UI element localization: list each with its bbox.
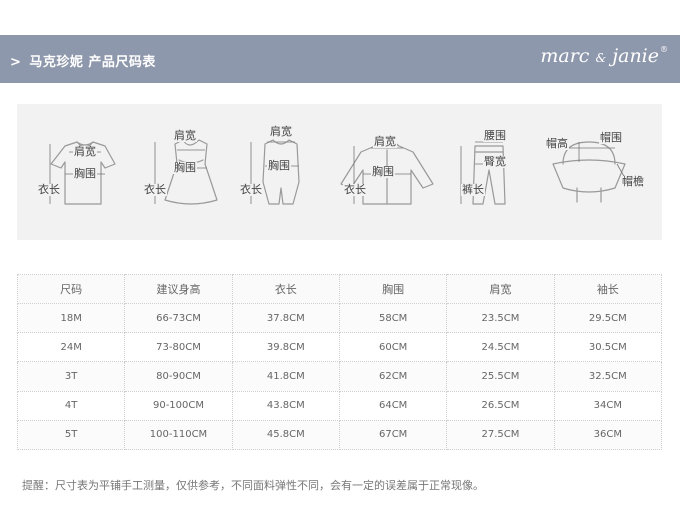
table-cell: 32.5CM	[553, 361, 663, 392]
romper-icon	[262, 139, 300, 205]
brand-registered-mark: ®	[660, 45, 668, 54]
brand-logo-tail: janie	[612, 45, 659, 67]
column-header: 袖长	[553, 273, 663, 305]
table-cell: 66-73CM	[124, 303, 233, 334]
table-cell: 24.5CM	[446, 332, 555, 363]
table-cell: 34CM	[553, 390, 663, 421]
table-cell: 23.5CM	[446, 303, 555, 334]
table-cell: 26.5CM	[446, 390, 555, 421]
label-shoulder-width: 肩宽	[173, 129, 197, 142]
measurement-guide: 肩宽 胸围 衣长 肩宽 胸围 衣长 肩宽 胸围 衣长 肩宽 胸围 衣长 腰围 臀…	[17, 104, 662, 240]
size-table: 尺码 建议身高 衣长 胸围 肩宽 袖长 18M 66-73CM 37.8CM 5…	[16, 273, 663, 451]
table-cell: 25.5CM	[446, 361, 555, 392]
label-shoulder-width: 肩宽	[269, 125, 293, 138]
column-header: 尺码	[16, 273, 126, 305]
table-cell: 37.8CM	[231, 303, 340, 334]
column-header: 建议身高	[124, 273, 233, 305]
table-cell: 58CM	[338, 303, 448, 334]
page-title-text: 马克珍妮 产品尺码表	[29, 55, 156, 70]
table-row: 3T 80-90CM 41.8CM 62CM 25.5CM 32.5CM	[16, 361, 663, 392]
column-header: 胸围	[338, 273, 448, 305]
label-shoulder-width: 肩宽	[373, 135, 397, 148]
brand-logo-main: marc	[540, 45, 590, 67]
table-cell: 18M	[16, 303, 126, 334]
table-cell: 3T	[16, 361, 126, 392]
label-hat-circumference: 帽围	[599, 131, 623, 144]
table-cell: 41.8CM	[231, 361, 340, 392]
brand-logo-amp: &	[595, 51, 607, 65]
table-row: 5T 100-110CM 45.8CM 67CM 27.5CM 36CM	[16, 419, 663, 451]
table-cell: 24M	[16, 332, 126, 363]
table-cell: 36CM	[553, 419, 663, 451]
label-shoulder-width: 肩宽	[73, 145, 97, 158]
label-chest: 胸围	[173, 161, 197, 174]
table-cell: 62CM	[338, 361, 448, 392]
brand-logo: marc & janie®	[540, 45, 668, 67]
measurement-note: 提醒：尺寸表为平铺手工测量，仅供参考，不同面料弹性不同，会有一定的误差属于正常现…	[22, 479, 484, 492]
label-chest: 胸围	[73, 167, 97, 180]
garment-illustrations	[49, 139, 626, 205]
table-cell: 73-80CM	[124, 332, 233, 363]
table-cell: 80-90CM	[124, 361, 233, 392]
table-row: 24M 73-80CM 39.8CM 60CM 24.5CM 30.5CM	[16, 332, 663, 363]
table-cell: 60CM	[338, 332, 448, 363]
column-header: 衣长	[231, 273, 340, 305]
table-cell: 100-110CM	[124, 419, 233, 451]
label-length: 衣长	[239, 183, 263, 196]
bucket-hat-icon	[552, 141, 626, 203]
page-title: > 马克珍妮 产品尺码表	[10, 51, 156, 70]
table-cell: 4T	[16, 390, 126, 421]
chevron-right-icon: >	[10, 55, 22, 70]
table-cell: 27.5CM	[446, 419, 555, 451]
label-hip: 臀宽	[483, 155, 507, 168]
label-length: 衣长	[143, 183, 167, 196]
table-cell: 67CM	[338, 419, 448, 451]
table-cell: 30.5CM	[553, 332, 663, 363]
table-cell: 29.5CM	[553, 303, 663, 334]
label-hat-brim: 帽檐	[621, 175, 645, 188]
label-length: 衣长	[343, 183, 367, 196]
table-cell: 45.8CM	[231, 419, 340, 451]
table-cell: 90-100CM	[124, 390, 233, 421]
label-pants-length: 裤长	[461, 183, 485, 196]
column-header: 肩宽	[446, 273, 555, 305]
label-chest: 胸围	[371, 165, 395, 178]
label-hat-height: 帽高	[545, 137, 569, 150]
table-header-row: 尺码 建议身高 衣长 胸围 肩宽 袖长	[16, 273, 663, 305]
header-banner: > 马克珍妮 产品尺码表 marc & janie®	[0, 35, 680, 83]
table-cell: 39.8CM	[231, 332, 340, 363]
table-row: 18M 66-73CM 37.8CM 58CM 23.5CM 29.5CM	[16, 303, 663, 334]
table-cell: 5T	[16, 419, 126, 451]
table-cell: 64CM	[338, 390, 448, 421]
table-cell: 43.8CM	[231, 390, 340, 421]
label-chest: 胸围	[267, 159, 291, 172]
measurement-arrows	[49, 141, 626, 204]
label-length: 衣长	[37, 183, 61, 196]
table-row: 4T 90-100CM 43.8CM 64CM 26.5CM 34CM	[16, 390, 663, 421]
label-waist: 腰围	[483, 129, 507, 142]
